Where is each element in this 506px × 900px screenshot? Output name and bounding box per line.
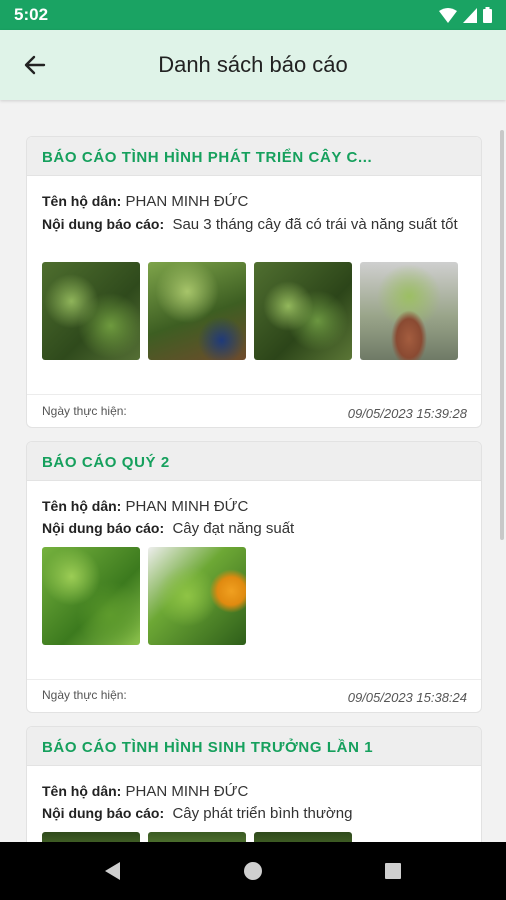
content-value: Sau 3 tháng cây đã có trái và năng suất …	[172, 216, 458, 233]
photo-gallery	[42, 832, 352, 842]
report-list[interactable]: BÁO CÁO TÌNH HÌNH PHÁT TRIỂN CÂY C... Tê…	[0, 100, 506, 842]
household-value: PHAN MINH ĐỨC	[125, 783, 249, 800]
report-title: BÁO CÁO QUÝ 2	[42, 454, 170, 471]
status-icons	[439, 7, 492, 23]
household-label: Tên hộ dân:	[42, 498, 122, 514]
report-photo[interactable]	[254, 262, 352, 360]
battery-icon	[483, 7, 492, 23]
card-divider	[27, 394, 481, 395]
app-bar: Danh sách báo cáo	[0, 30, 506, 100]
signal-icon	[463, 7, 477, 23]
report-title: BÁO CÁO TÌNH HÌNH SINH TRƯỞNG LẦN 1	[42, 739, 374, 756]
status-bar: 5:02	[0, 0, 506, 30]
household-row: Tên hộ dân: PHAN MINH ĐỨC	[42, 193, 248, 210]
report-card[interactable]: BÁO CÁO TÌNH HÌNH SINH TRƯỞNG LẦN 1 Tên …	[26, 726, 482, 842]
report-photo[interactable]	[148, 832, 246, 842]
content-value: Cây đạt năng suất	[172, 520, 295, 537]
status-time: 5:02	[14, 5, 49, 24]
report-photo[interactable]	[360, 262, 458, 360]
household-row: Tên hộ dân: PHAN MINH ĐỨC	[42, 498, 248, 515]
household-value: PHAN MINH ĐỨC	[125, 498, 249, 515]
wifi-icon	[439, 7, 457, 23]
content-label: Nội dung báo cáo:	[42, 520, 165, 536]
household-label: Tên hộ dân:	[42, 783, 122, 799]
system-nav-bar	[0, 842, 506, 900]
square-recent-icon[interactable]	[382, 860, 404, 882]
report-title: BÁO CÁO TÌNH HÌNH PHÁT TRIỂN CÂY C...	[42, 149, 373, 166]
report-photo[interactable]	[42, 262, 140, 360]
household-value: PHAN MINH ĐỨC	[125, 193, 249, 210]
photo-gallery	[42, 262, 458, 360]
household-label: Tên hộ dân:	[42, 193, 122, 209]
content-row: Nội dung báo cáo: Sau 3 tháng cây đã có …	[42, 215, 472, 234]
report-photo[interactable]	[148, 262, 246, 360]
card-divider	[27, 679, 481, 680]
report-date: 09/05/2023 15:39:28	[347, 406, 467, 421]
date-label: Ngày thực hiện:	[42, 688, 127, 702]
report-card[interactable]: BÁO CÁO TÌNH HÌNH PHÁT TRIỂN CÂY C... Tê…	[26, 136, 482, 428]
triangle-back-icon[interactable]	[102, 860, 124, 882]
content-row: Nội dung báo cáo: Cây đạt năng suất	[42, 520, 294, 537]
page-title: Danh sách báo cáo	[158, 52, 348, 77]
content-label: Nội dung báo cáo:	[42, 216, 165, 232]
report-photo[interactable]	[42, 832, 140, 842]
report-photo[interactable]	[148, 547, 246, 645]
scrollbar[interactable]	[500, 130, 504, 540]
content-row: Nội dung báo cáo: Cây phát triển bình th…	[42, 805, 352, 822]
circle-home-icon[interactable]	[242, 860, 264, 882]
content-value: Cây phát triển bình thường	[172, 805, 353, 822]
content-label: Nội dung báo cáo:	[42, 805, 165, 821]
report-date: 09/05/2023 15:38:24	[347, 690, 467, 705]
report-card[interactable]: BÁO CÁO QUÝ 2 Tên hộ dân: PHAN MINH ĐỨC …	[26, 441, 482, 713]
date-label: Ngày thực hiện:	[42, 404, 127, 418]
report-photo[interactable]	[254, 832, 352, 842]
photo-gallery	[42, 547, 246, 645]
report-photo[interactable]	[42, 547, 140, 645]
household-row: Tên hộ dân: PHAN MINH ĐỨC	[42, 783, 248, 800]
